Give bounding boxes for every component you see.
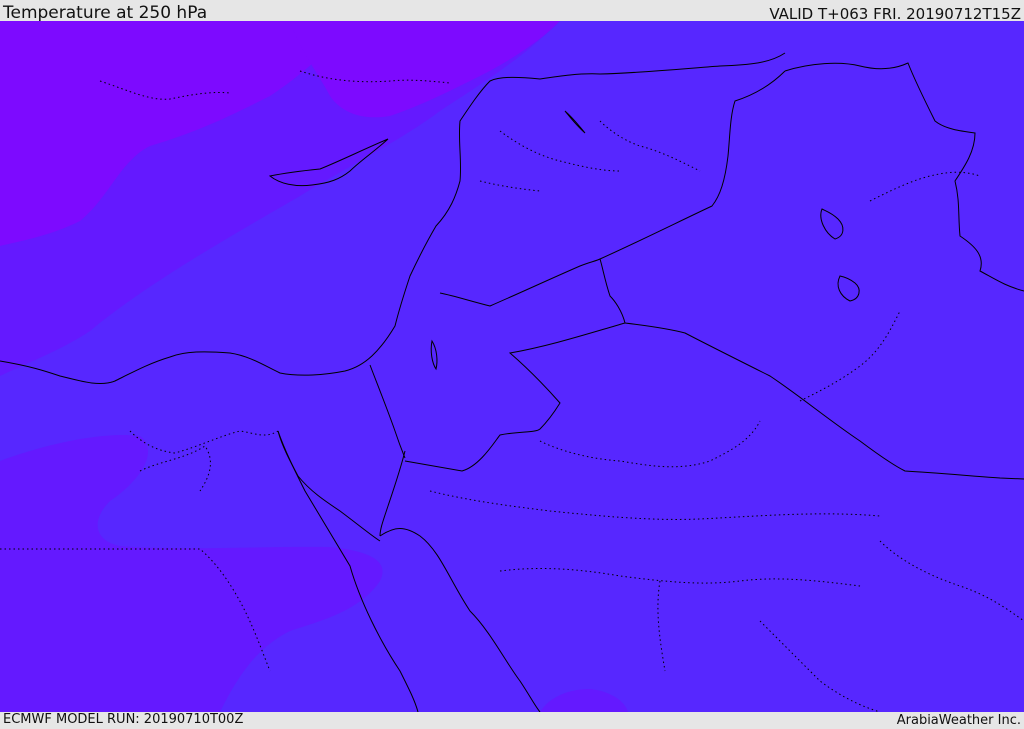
map-title: Temperature at 250 hPa — [3, 3, 208, 23]
model-run: ECMWF MODEL RUN: 20190710T00Z — [3, 712, 244, 727]
credit-text: ArabiaWeather Inc. — [896, 713, 1021, 728]
temperature-map — [0, 21, 1024, 712]
